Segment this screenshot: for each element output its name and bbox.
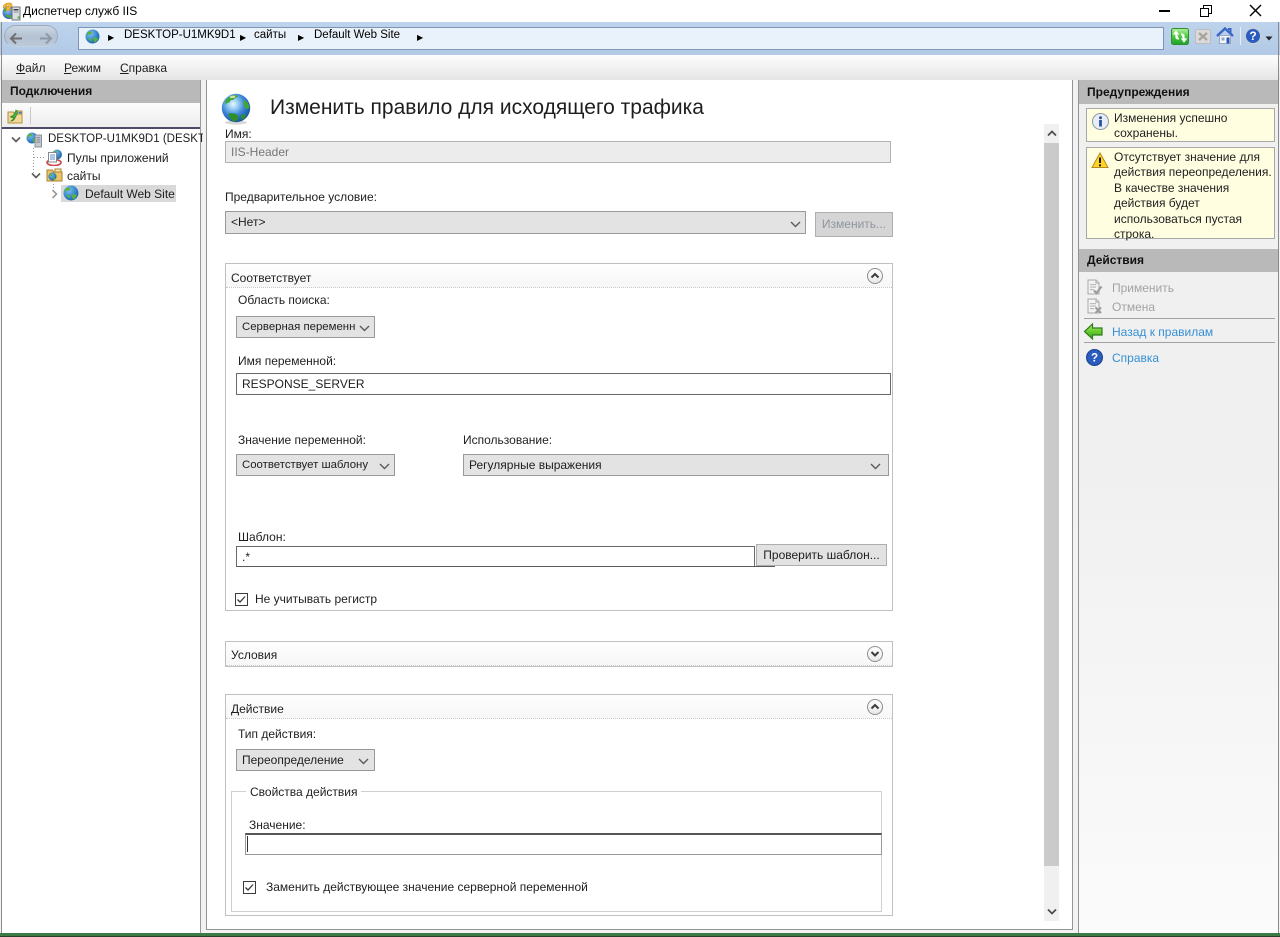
svg-text:?: ?: [1091, 353, 1098, 365]
svg-text:?: ?: [1249, 29, 1256, 43]
